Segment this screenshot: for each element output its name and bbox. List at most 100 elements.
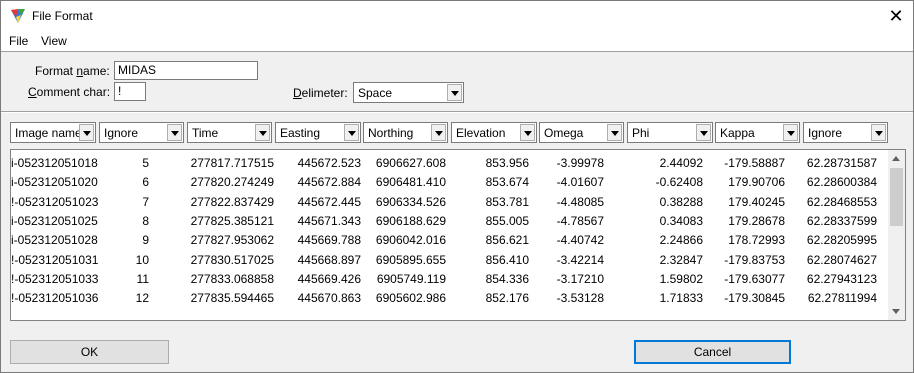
table-cell: 9: [142, 233, 149, 248]
column-select-easting[interactable]: Easting: [275, 122, 361, 143]
table-cell: 277822.837429: [190, 194, 274, 209]
table-cell: 179.28678: [728, 213, 785, 228]
table-cell: 8: [142, 213, 149, 228]
table-cell: !-052312051023: [11, 194, 99, 209]
chevron-down-icon[interactable]: [447, 84, 462, 101]
column-select-northing[interactable]: Northing: [363, 122, 448, 143]
table-cell: -179.58887: [724, 156, 785, 170]
column-select-image-name[interactable]: Image name: [10, 122, 96, 143]
table-row: !-052312051036 12 277835.594465 445670.863 6…: [11, 291, 891, 307]
table-cell: 277817.717515: [190, 156, 274, 170]
table-cell: 2.32847: [659, 252, 703, 267]
table-cell: -4.78567: [556, 213, 604, 228]
file-format-dialog: File Format ✕ File View Format name: MID…: [0, 0, 914, 373]
scrollbar-thumb[interactable]: [890, 168, 903, 226]
table-cell: 445670.863: [297, 291, 361, 306]
data-preview: i-052312051018 5 277817.717515 445672.523 69…: [10, 149, 906, 321]
comment-char-input[interactable]: !: [114, 82, 146, 101]
comment-char-label: Comment char:: [28, 85, 111, 99]
table-cell: 0.34083: [659, 213, 703, 228]
table-cell: 6905749.119: [376, 271, 446, 286]
window-title: File Format: [32, 9, 93, 23]
table-cell: 853.674: [485, 175, 529, 190]
table-cell: 445672.445: [297, 194, 361, 209]
table-cell: -3.99978: [556, 156, 604, 170]
table-cell: 2.24866: [659, 233, 703, 248]
menu-file[interactable]: File: [9, 34, 28, 48]
scroll-down-icon[interactable]: [892, 309, 900, 314]
table-cell: -3.17210: [556, 271, 604, 286]
table-cell: 277820.274249: [190, 175, 274, 190]
table-cell: 277825.385121: [190, 213, 274, 228]
chevron-down-icon[interactable]: [520, 124, 535, 141]
title-bar: File Format ✕: [1, 1, 913, 31]
vertical-scrollbar[interactable]: [888, 150, 905, 320]
table-cell: -4.48085: [556, 194, 604, 209]
table-cell: 0.38288: [659, 194, 703, 209]
close-icon[interactable]: ✕: [885, 6, 907, 26]
table-cell: 6: [142, 175, 149, 190]
divider: [1, 51, 913, 52]
table-row: i-052312051018 5 277817.717515 445672.523 69…: [11, 156, 891, 172]
table-cell: 6906627.608: [375, 156, 446, 170]
format-name-input[interactable]: MIDAS: [114, 61, 258, 80]
chevron-down-icon[interactable]: [344, 124, 359, 141]
chevron-down-icon[interactable]: [167, 124, 182, 141]
chevron-down-icon[interactable]: [431, 124, 446, 141]
table-cell: -179.63077: [724, 271, 785, 286]
table-cell: 277835.594465: [190, 291, 274, 306]
table-cell: -4.01607: [556, 175, 604, 190]
table-cell: 179.40245: [728, 194, 785, 209]
table-cell: !-052312051033: [11, 271, 99, 286]
table-cell: 277833.068858: [190, 271, 274, 286]
table-cell: 62.28731587: [806, 156, 877, 170]
table-cell: 62.28074627: [806, 252, 877, 267]
table-cell: 11: [136, 271, 149, 286]
table-cell: 62.27943123: [806, 271, 877, 286]
table-cell: -0.62408: [655, 175, 703, 190]
chevron-down-icon[interactable]: [696, 124, 711, 141]
column-select-omega[interactable]: Omega: [539, 122, 624, 143]
delimeter-select[interactable]: Space: [353, 82, 464, 103]
column-select-phi[interactable]: Phi: [627, 122, 713, 143]
chevron-down-icon[interactable]: [783, 124, 798, 141]
chevron-down-icon[interactable]: [79, 124, 94, 141]
table-cell: 277827.953062: [190, 233, 274, 248]
column-select-ignore[interactable]: Ignore: [99, 122, 184, 143]
table-cell: 179.90706: [728, 175, 785, 190]
table-cell: i-052312051018: [11, 156, 98, 170]
table-cell: 277830.517025: [190, 252, 274, 267]
table-cell: 855.005: [485, 213, 529, 228]
menu-view[interactable]: View: [41, 34, 67, 48]
chevron-down-icon[interactable]: [255, 124, 270, 141]
table-cell: -3.53128: [556, 291, 604, 306]
table-row: !-052312051033 11 277833.068858 445669.426 6…: [11, 272, 891, 288]
table-cell: !-052312051036: [11, 291, 99, 306]
table-cell: 445672.884: [297, 175, 361, 190]
table-cell: 852.176: [485, 291, 529, 306]
divider: [1, 112, 913, 113]
table-cell: 10: [135, 252, 149, 267]
table-cell: 2.44092: [659, 156, 703, 170]
table-cell: i-052312051028: [11, 233, 98, 248]
table-cell: 853.781: [485, 194, 529, 209]
table-cell: 7: [142, 194, 149, 209]
table-cell: 445669.788: [297, 233, 361, 248]
chevron-down-icon[interactable]: [871, 124, 886, 141]
cancel-button[interactable]: Cancel: [634, 340, 791, 364]
format-name-label: Format name:: [35, 64, 110, 78]
column-select-kappa[interactable]: Kappa: [715, 122, 800, 143]
table-row: i-052312051020 6 277820.274249 445672.884 69…: [11, 175, 891, 191]
table-cell: 445669.426: [297, 271, 361, 286]
table-cell: i-052312051025: [11, 213, 98, 228]
app-logo-icon: [11, 9, 25, 23]
scroll-up-icon[interactable]: [892, 156, 900, 161]
table-cell: 6906481.410: [375, 175, 446, 190]
table-cell: 5: [142, 156, 149, 170]
table-cell: -179.30845: [724, 291, 785, 306]
column-select-ignore-2[interactable]: Ignore: [803, 122, 888, 143]
column-select-time[interactable]: Time: [187, 122, 272, 143]
column-select-elevation[interactable]: Elevation: [451, 122, 537, 143]
ok-button[interactable]: OK: [10, 340, 169, 364]
chevron-down-icon[interactable]: [607, 124, 622, 141]
